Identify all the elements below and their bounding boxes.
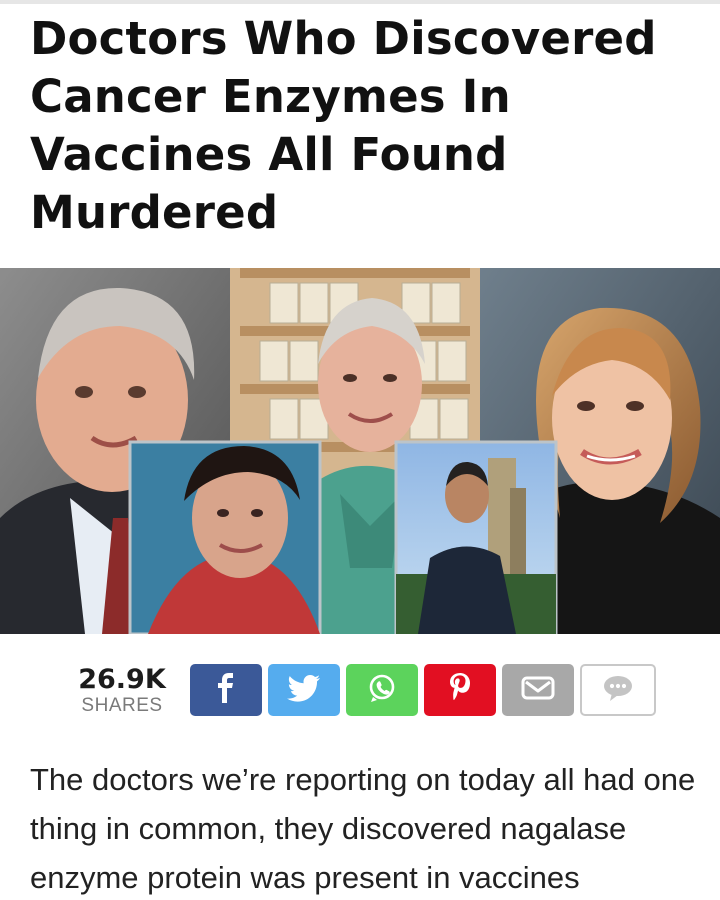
facebook-share-button[interactable] <box>190 664 262 716</box>
email-share-button[interactable] <box>502 664 574 716</box>
pinterest-icon <box>448 672 472 709</box>
share-count-number: 26.9K <box>78 664 166 695</box>
article-headline: Doctors Who Discovered Cancer Enzymes In… <box>30 12 657 239</box>
twitter-icon <box>287 674 321 707</box>
pinterest-share-button[interactable] <box>424 664 496 716</box>
comment-icon <box>601 673 635 708</box>
photo-inset-man <box>394 440 558 634</box>
article-excerpt: The doctors we’re reporting on today all… <box>30 762 696 895</box>
email-icon <box>521 676 555 705</box>
whatsapp-icon <box>367 673 397 708</box>
comment-button[interactable] <box>580 664 656 716</box>
hero-image <box>0 268 720 634</box>
top-divider <box>0 0 720 4</box>
article-page: Doctors Who Discovered Cancer Enzymes In… <box>0 0 720 900</box>
hero-collage-illustration <box>0 268 720 634</box>
share-bar: 26.9K SHARES <box>0 662 720 718</box>
share-counter: 26.9K SHARES <box>72 664 172 716</box>
whatsapp-share-button[interactable] <box>346 664 418 716</box>
photo-inset-woman <box>128 440 322 634</box>
share-count-label: SHARES <box>81 695 163 716</box>
twitter-share-button[interactable] <box>268 664 340 716</box>
facebook-icon <box>215 672 237 708</box>
